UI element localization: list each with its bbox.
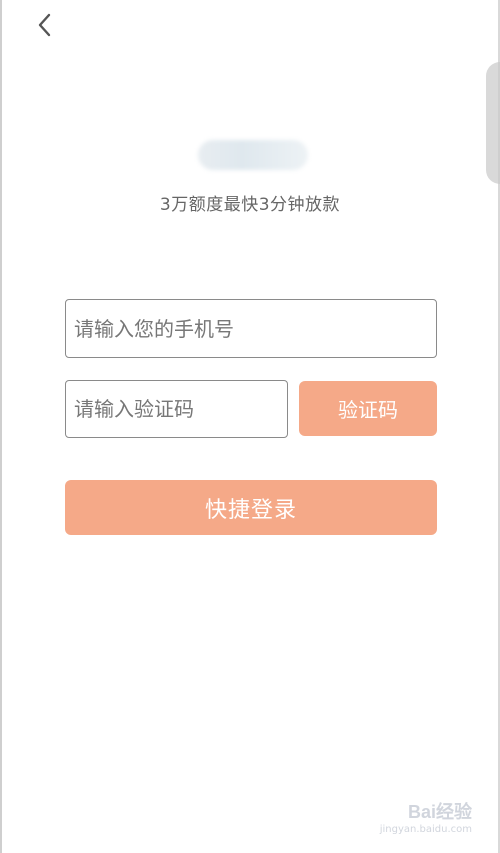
side-scroll-handle[interactable] [486,62,500,184]
verification-code-input[interactable] [65,380,288,438]
frame-edge-left [0,0,2,853]
watermark-logo: Bai经验 [407,802,472,822]
watermark-url: jingyan.baidu.com [379,824,472,835]
chevron-left-icon [38,13,51,37]
get-code-button[interactable]: 验证码 [299,381,437,436]
brand-logo [198,140,308,170]
quick-login-button[interactable]: 快捷登录 [65,480,437,535]
watermark: Bai经验 jingyan.baidu.com [380,798,472,835]
phone-input[interactable] [65,299,437,358]
tagline: 3万额度最快3分钟放款 [159,195,341,215]
quick-login-label: 快捷登录 [204,497,297,523]
back-button[interactable] [30,10,60,40]
get-code-label: 验证码 [338,398,398,422]
